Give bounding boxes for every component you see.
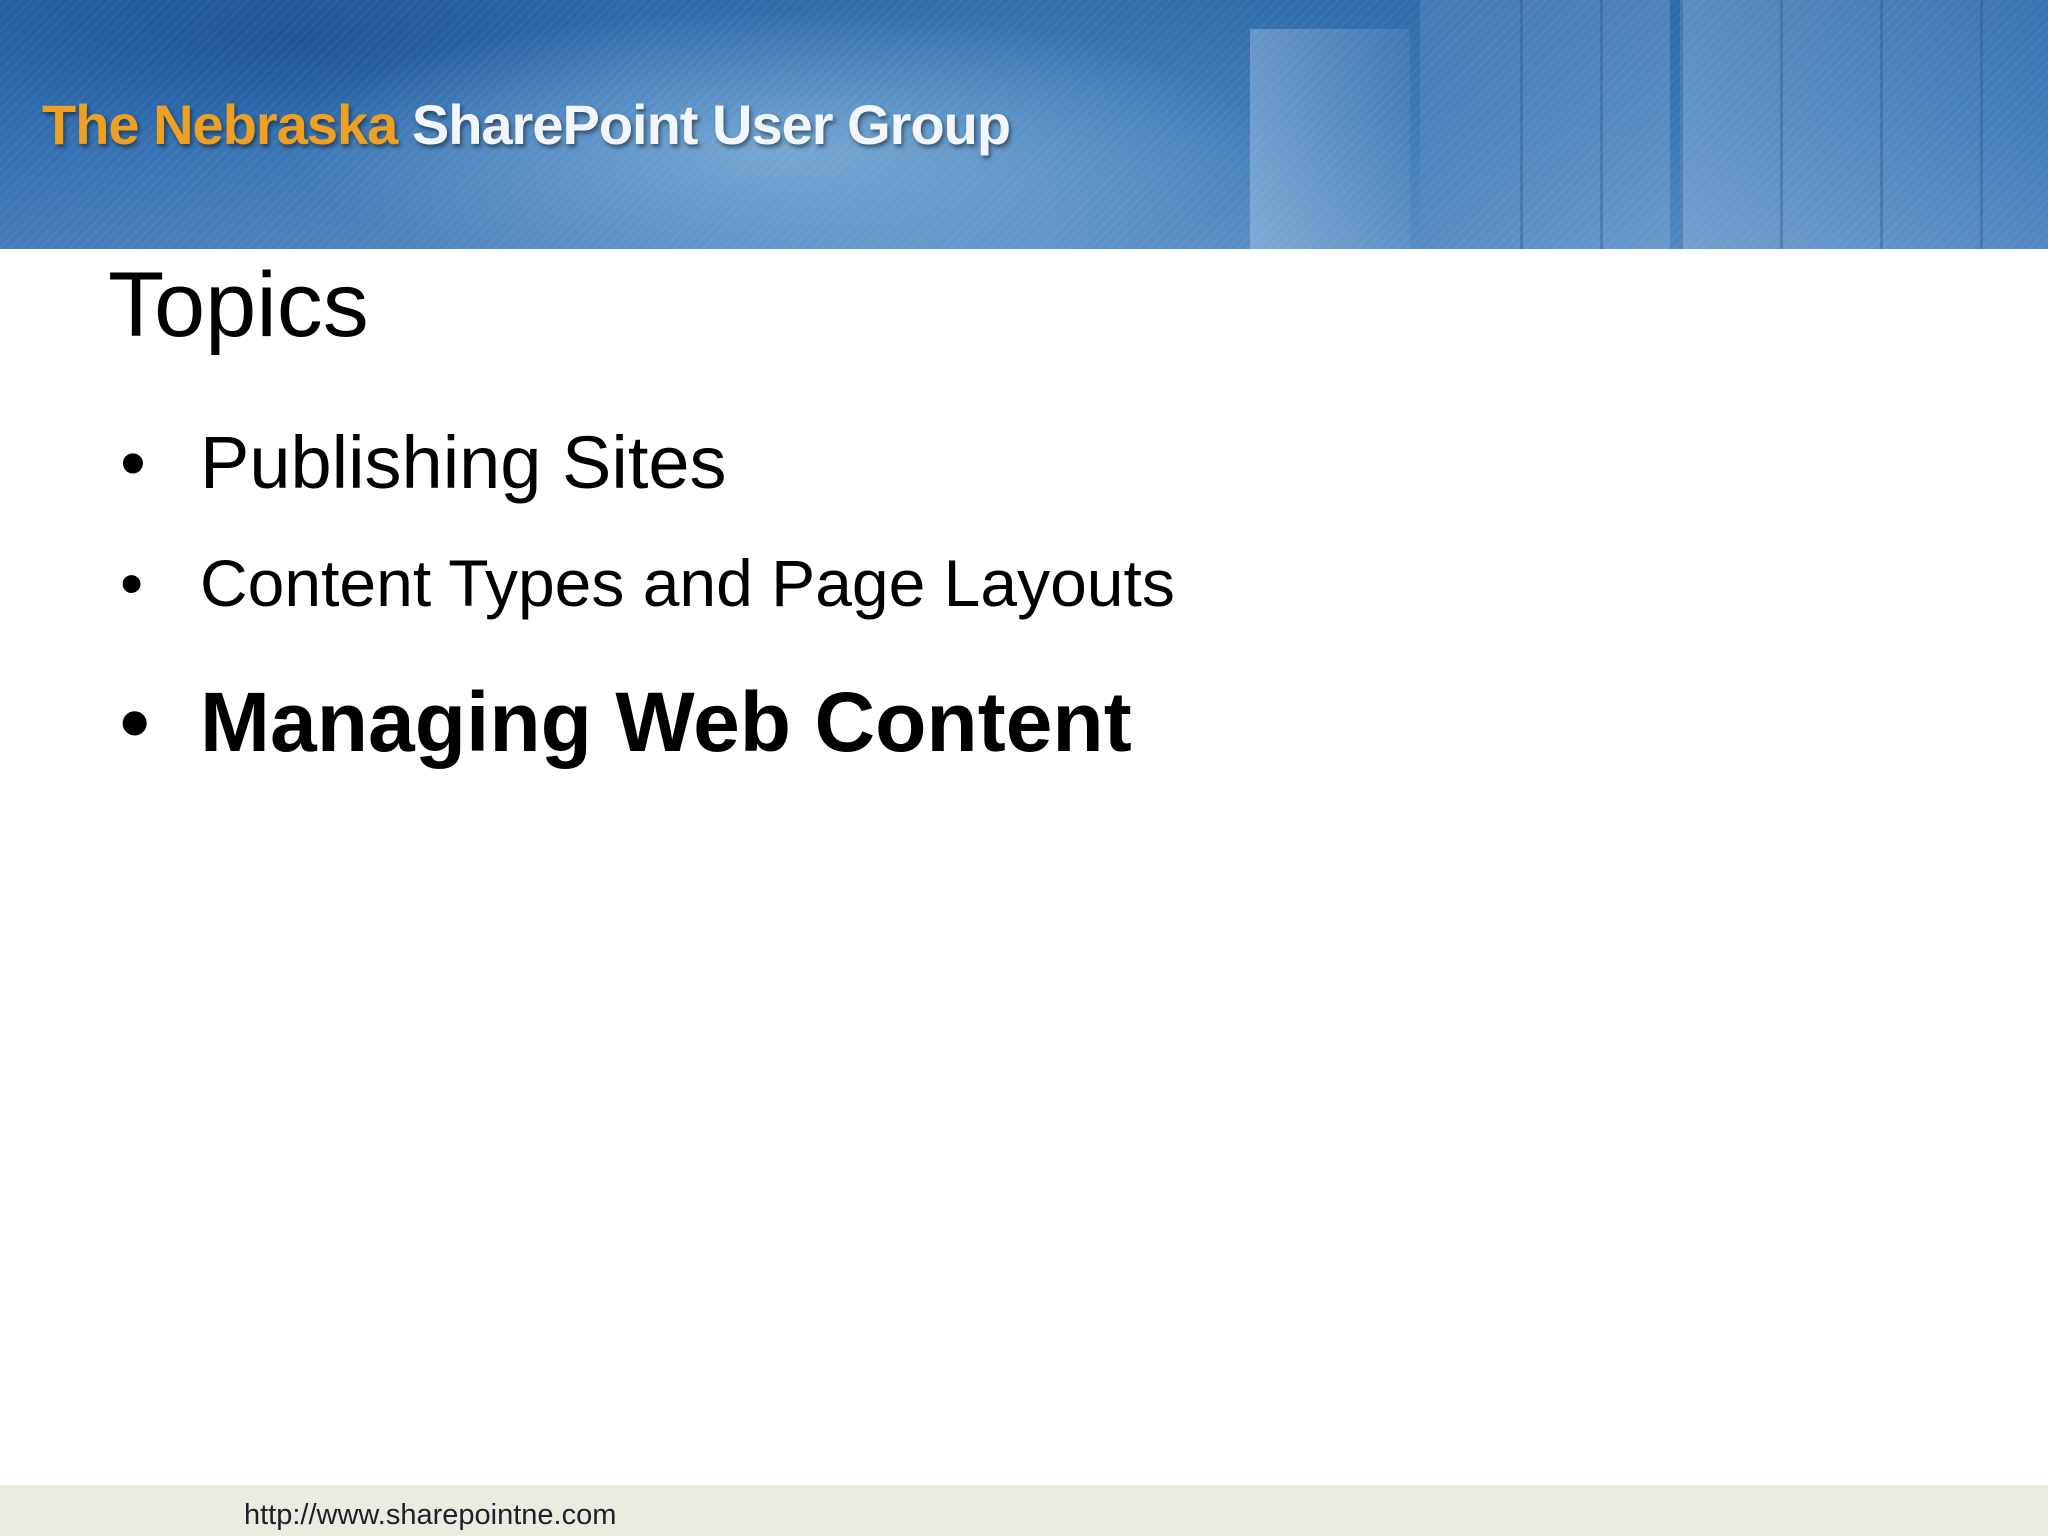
footer-bar: http://www.sharepointne.com	[0, 1485, 2048, 1536]
bullet-marker: •	[120, 675, 150, 769]
slide-title: Topics	[108, 254, 369, 356]
bullet-marker: •	[120, 546, 144, 620]
slide: The Nebraska SharePoint User Group Topic…	[0, 0, 2048, 1536]
logo-nebraska-text: The Nebraska	[42, 93, 398, 156]
header-banner: The Nebraska SharePoint User Group	[0, 0, 2048, 249]
bullet-marker: •	[120, 421, 146, 504]
logo-sharepoint-text: SharePoint User Group	[411, 93, 1011, 156]
footer-url-link[interactable]: http://www.sharepointne.com	[244, 1495, 616, 1535]
group-logo: The Nebraska SharePoint User Group	[42, 90, 1011, 160]
bullet-text: Managing Web Content	[200, 675, 1132, 769]
bullet-text: Content Types and Page Layouts	[200, 546, 1175, 620]
bullet-text: Publishing Sites	[200, 421, 727, 504]
